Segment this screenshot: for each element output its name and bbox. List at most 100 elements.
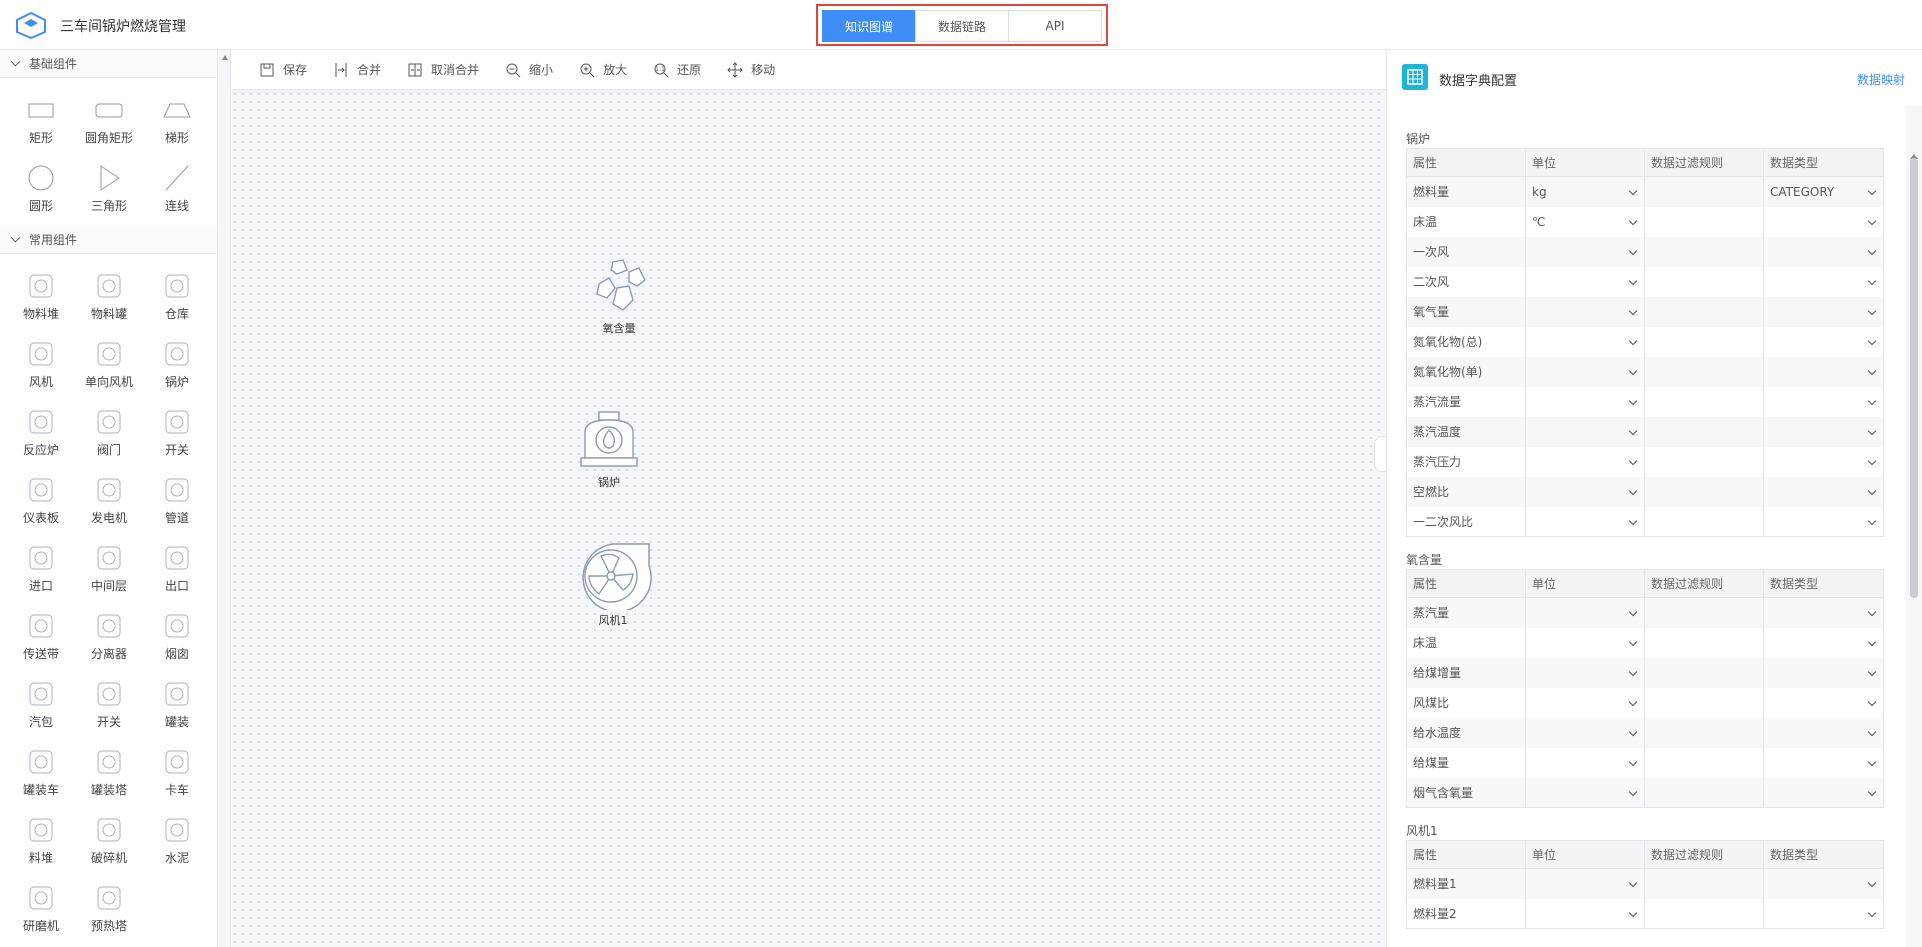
data-type-select[interactable] bbox=[1763, 868, 1884, 899]
filter-rule-input[interactable] bbox=[1644, 446, 1764, 477]
filter-rule-input[interactable] bbox=[1644, 386, 1764, 417]
node-oxygen[interactable]: 氧含量 bbox=[587, 258, 651, 336]
tab-data-link[interactable]: 数据链路 bbox=[915, 10, 1009, 42]
component-truck[interactable]: 卡车 bbox=[143, 738, 211, 806]
filter-rule-input[interactable] bbox=[1644, 657, 1764, 688]
unit-select[interactable] bbox=[1525, 506, 1645, 537]
unit-select[interactable] bbox=[1525, 657, 1645, 688]
zoom-out-button[interactable]: 缩小 bbox=[505, 61, 553, 78]
data-type-select[interactable] bbox=[1763, 476, 1884, 507]
component-material-pile[interactable]: 物料堆 bbox=[7, 262, 75, 330]
component-valve[interactable]: 阀门 bbox=[75, 398, 143, 466]
data-type-select[interactable] bbox=[1763, 777, 1884, 808]
common-section-header[interactable]: 常用组件 bbox=[0, 226, 217, 254]
component-steam-drum[interactable]: 汽包 bbox=[7, 670, 75, 738]
unit-select[interactable] bbox=[1525, 236, 1645, 267]
filter-rule-input[interactable] bbox=[1644, 356, 1764, 387]
unit-select[interactable] bbox=[1525, 597, 1645, 628]
filter-rule-input[interactable] bbox=[1644, 597, 1764, 628]
filter-rule-input[interactable] bbox=[1644, 747, 1764, 778]
unit-select[interactable] bbox=[1525, 747, 1645, 778]
unit-select[interactable] bbox=[1525, 687, 1645, 718]
component-triangle[interactable]: 三角形 bbox=[75, 154, 143, 222]
component-tank-truck[interactable]: 罐装车 bbox=[7, 738, 75, 806]
filter-rule-input[interactable] bbox=[1644, 206, 1764, 237]
component-cement[interactable]: 水泥 bbox=[143, 806, 211, 874]
component-circle[interactable]: 圆形 bbox=[7, 154, 75, 222]
unit-select[interactable] bbox=[1525, 627, 1645, 658]
component-trapezoid[interactable]: 梯形 bbox=[143, 86, 211, 154]
filter-rule-input[interactable] bbox=[1644, 898, 1764, 929]
component-line[interactable]: 连线 bbox=[143, 154, 211, 222]
data-mapping-link[interactable]: 数据映射 bbox=[1857, 71, 1905, 88]
basic-section-header[interactable]: 基础组件 bbox=[0, 50, 217, 78]
component-rectangle[interactable]: 矩形 bbox=[7, 86, 75, 154]
component-preheat-tower[interactable]: 预热塔 bbox=[75, 874, 143, 942]
filter-rule-input[interactable] bbox=[1644, 717, 1764, 748]
data-type-select[interactable] bbox=[1763, 446, 1884, 477]
unit-select[interactable]: kg bbox=[1525, 176, 1645, 207]
save-button[interactable]: 保存 bbox=[259, 61, 307, 78]
component-chimney[interactable]: 烟囱 bbox=[143, 602, 211, 670]
unit-select[interactable] bbox=[1525, 898, 1645, 929]
graph-canvas[interactable]: 氧含量 锅炉 风机1 bbox=[231, 90, 1386, 947]
component-conveyor[interactable]: 传送带 bbox=[7, 602, 75, 670]
data-type-select[interactable] bbox=[1763, 747, 1884, 778]
component-warehouse[interactable]: 仓库 bbox=[143, 262, 211, 330]
component-boiler[interactable]: 锅炉 bbox=[143, 330, 211, 398]
left-scrollbar[interactable] bbox=[219, 50, 231, 947]
filter-rule-input[interactable] bbox=[1644, 326, 1764, 357]
filter-rule-input[interactable] bbox=[1644, 416, 1764, 447]
filter-rule-input[interactable] bbox=[1644, 476, 1764, 507]
unit-select[interactable] bbox=[1525, 266, 1645, 297]
node-boiler[interactable]: 锅炉 bbox=[577, 410, 641, 490]
unit-select[interactable] bbox=[1525, 777, 1645, 808]
zoom-in-button[interactable]: 放大 bbox=[579, 61, 627, 78]
filter-rule-input[interactable] bbox=[1644, 266, 1764, 297]
unit-select[interactable] bbox=[1525, 868, 1645, 899]
unit-select[interactable] bbox=[1525, 476, 1645, 507]
component-material-tank[interactable]: 物料罐 bbox=[75, 262, 143, 330]
component-canning[interactable]: 罐装 bbox=[143, 670, 211, 738]
component-fan[interactable]: 风机 bbox=[7, 330, 75, 398]
unit-select[interactable] bbox=[1525, 356, 1645, 387]
component-switch2[interactable]: 开关 bbox=[75, 670, 143, 738]
data-type-select[interactable] bbox=[1763, 506, 1884, 537]
data-type-select[interactable] bbox=[1763, 657, 1884, 688]
data-type-select[interactable] bbox=[1763, 717, 1884, 748]
data-type-select[interactable] bbox=[1763, 386, 1884, 417]
data-type-select[interactable] bbox=[1763, 236, 1884, 267]
merge-button[interactable]: 合并 bbox=[333, 61, 381, 78]
tab-api[interactable]: API bbox=[1008, 10, 1102, 42]
component-switch[interactable]: 开关 bbox=[143, 398, 211, 466]
node-fan1[interactable]: 风机1 bbox=[571, 538, 655, 628]
filter-rule-input[interactable] bbox=[1644, 296, 1764, 327]
scroll-up-icon[interactable] bbox=[222, 55, 228, 60]
unit-select[interactable] bbox=[1525, 296, 1645, 327]
scrollbar-thumb[interactable] bbox=[1910, 158, 1918, 598]
component-pipe[interactable]: 管道 bbox=[143, 466, 211, 534]
component-separator[interactable]: 分离器 bbox=[75, 602, 143, 670]
component-crusher[interactable]: 破碎机 bbox=[75, 806, 143, 874]
data-type-select[interactable] bbox=[1763, 266, 1884, 297]
component-dashboard[interactable]: 仪表板 bbox=[7, 466, 75, 534]
unit-select[interactable] bbox=[1525, 717, 1645, 748]
filter-rule-input[interactable] bbox=[1644, 627, 1764, 658]
filter-rule-input[interactable] bbox=[1644, 176, 1764, 207]
component-reactor[interactable]: 反应炉 bbox=[7, 398, 75, 466]
data-type-select[interactable] bbox=[1763, 597, 1884, 628]
tab-knowledge-graph[interactable]: 知识图谱 bbox=[822, 10, 916, 42]
component-grinder[interactable]: 研磨机 bbox=[7, 874, 75, 942]
filter-rule-input[interactable] bbox=[1644, 777, 1764, 808]
data-type-select[interactable] bbox=[1763, 326, 1884, 357]
unit-select[interactable]: ℃ bbox=[1525, 206, 1645, 237]
unit-select[interactable] bbox=[1525, 386, 1645, 417]
data-type-select[interactable] bbox=[1763, 687, 1884, 718]
data-type-select[interactable] bbox=[1763, 627, 1884, 658]
data-type-select[interactable] bbox=[1763, 206, 1884, 237]
component-rounded-rectangle[interactable]: 圆角矩形 bbox=[75, 86, 143, 154]
filter-rule-input[interactable] bbox=[1644, 868, 1764, 899]
filter-rule-input[interactable] bbox=[1644, 236, 1764, 267]
panel-collapse-handle[interactable] bbox=[1374, 436, 1386, 472]
data-type-select[interactable] bbox=[1763, 898, 1884, 929]
